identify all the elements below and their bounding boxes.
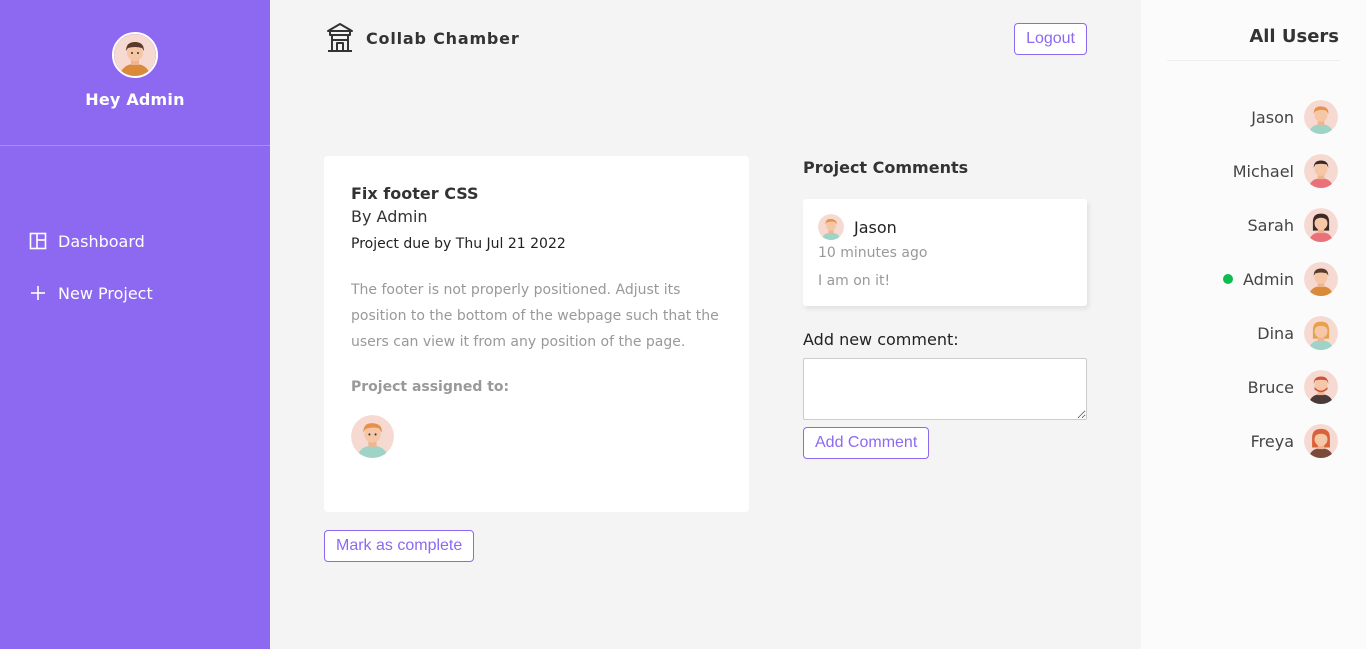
topbar: Collab Chamber Logout bbox=[324, 20, 1087, 60]
nav-dashboard[interactable]: Dashboard bbox=[28, 228, 270, 254]
comment-text: I am on it! bbox=[818, 273, 891, 289]
main-content: Collab Chamber Logout Fix footer CSS By … bbox=[270, 0, 1141, 649]
user-item-dina: Dina bbox=[1223, 315, 1338, 351]
user-name: Sarah bbox=[1247, 215, 1294, 235]
greeting: Hey Admin bbox=[85, 90, 185, 109]
user-name: Freya bbox=[1250, 431, 1294, 451]
project-author: By Admin bbox=[351, 207, 428, 226]
user-avatar bbox=[1304, 208, 1338, 242]
plus-icon bbox=[28, 283, 48, 303]
users-panel: All Users Jason Michael Sarah Admin Dina… bbox=[1141, 0, 1366, 649]
assignee-avatar bbox=[351, 415, 394, 458]
sidebar-user: Hey Admin bbox=[0, 0, 270, 146]
user-name: Dina bbox=[1257, 323, 1294, 343]
sidebar: Hey Admin Dashboard New Project bbox=[0, 0, 270, 649]
user-avatar bbox=[1304, 100, 1338, 134]
user-item-jason: Jason bbox=[1223, 99, 1338, 135]
nav-new-project[interactable]: New Project bbox=[28, 280, 270, 306]
sidebar-nav: Dashboard New Project bbox=[0, 146, 270, 306]
temple-logo-icon bbox=[324, 22, 356, 54]
comment-textarea[interactable] bbox=[803, 358, 1087, 420]
project-due-date: Project due by Thu Jul 21 2022 bbox=[351, 236, 566, 252]
user-list: Jason Michael Sarah Admin Dina Bruce Fre… bbox=[1223, 99, 1338, 477]
add-comment-label: Add new comment: bbox=[803, 330, 959, 349]
user-name: Admin bbox=[1243, 269, 1294, 289]
users-heading: All Users bbox=[1249, 26, 1339, 47]
user-avatar bbox=[1304, 370, 1338, 404]
comment-time: 10 minutes ago bbox=[818, 245, 928, 261]
brand-name: Collab Chamber bbox=[366, 28, 520, 48]
user-item-admin: Admin bbox=[1223, 261, 1338, 297]
mark-complete-button[interactable]: Mark as complete bbox=[324, 530, 475, 562]
admin-avatar bbox=[112, 32, 158, 78]
user-item-bruce: Bruce bbox=[1223, 369, 1338, 405]
project-title: Fix footer CSS bbox=[351, 184, 479, 203]
user-item-sarah: Sarah bbox=[1223, 207, 1338, 243]
user-avatar bbox=[1304, 316, 1338, 350]
nav-dashboard-label: Dashboard bbox=[58, 231, 145, 251]
assigned-label: Project assigned to: bbox=[351, 379, 510, 395]
user-item-michael: Michael bbox=[1223, 153, 1338, 189]
logout-button[interactable]: Logout bbox=[1014, 23, 1087, 55]
brand: Collab Chamber bbox=[324, 22, 520, 54]
user-avatar bbox=[1304, 262, 1338, 296]
comments-section: Project Comments Jason 10 minutes ago I … bbox=[803, 158, 1087, 459]
users-divider bbox=[1167, 60, 1340, 61]
user-avatar bbox=[1304, 424, 1338, 458]
user-name: Michael bbox=[1232, 161, 1294, 181]
user-name: Bruce bbox=[1247, 377, 1294, 397]
comment-item: Jason 10 minutes ago I am on it! bbox=[803, 199, 1087, 306]
comments-heading: Project Comments bbox=[803, 158, 969, 177]
user-item-freya: Freya bbox=[1223, 423, 1338, 459]
user-name: Jason bbox=[1251, 107, 1294, 127]
add-comment-button[interactable]: Add Comment bbox=[803, 427, 930, 459]
user-avatar bbox=[1304, 154, 1338, 188]
project-description: The footer is not properly positioned. A… bbox=[351, 282, 719, 350]
nav-new-project-label: New Project bbox=[58, 283, 153, 303]
project-card: Fix footer CSS By Admin Project due by T… bbox=[324, 156, 749, 512]
online-status-indicator bbox=[1223, 274, 1233, 284]
dashboard-icon bbox=[28, 231, 48, 251]
comment-header: Jason bbox=[818, 214, 1072, 240]
comment-author-avatar bbox=[818, 214, 844, 240]
comment-author: Jason bbox=[854, 217, 897, 237]
